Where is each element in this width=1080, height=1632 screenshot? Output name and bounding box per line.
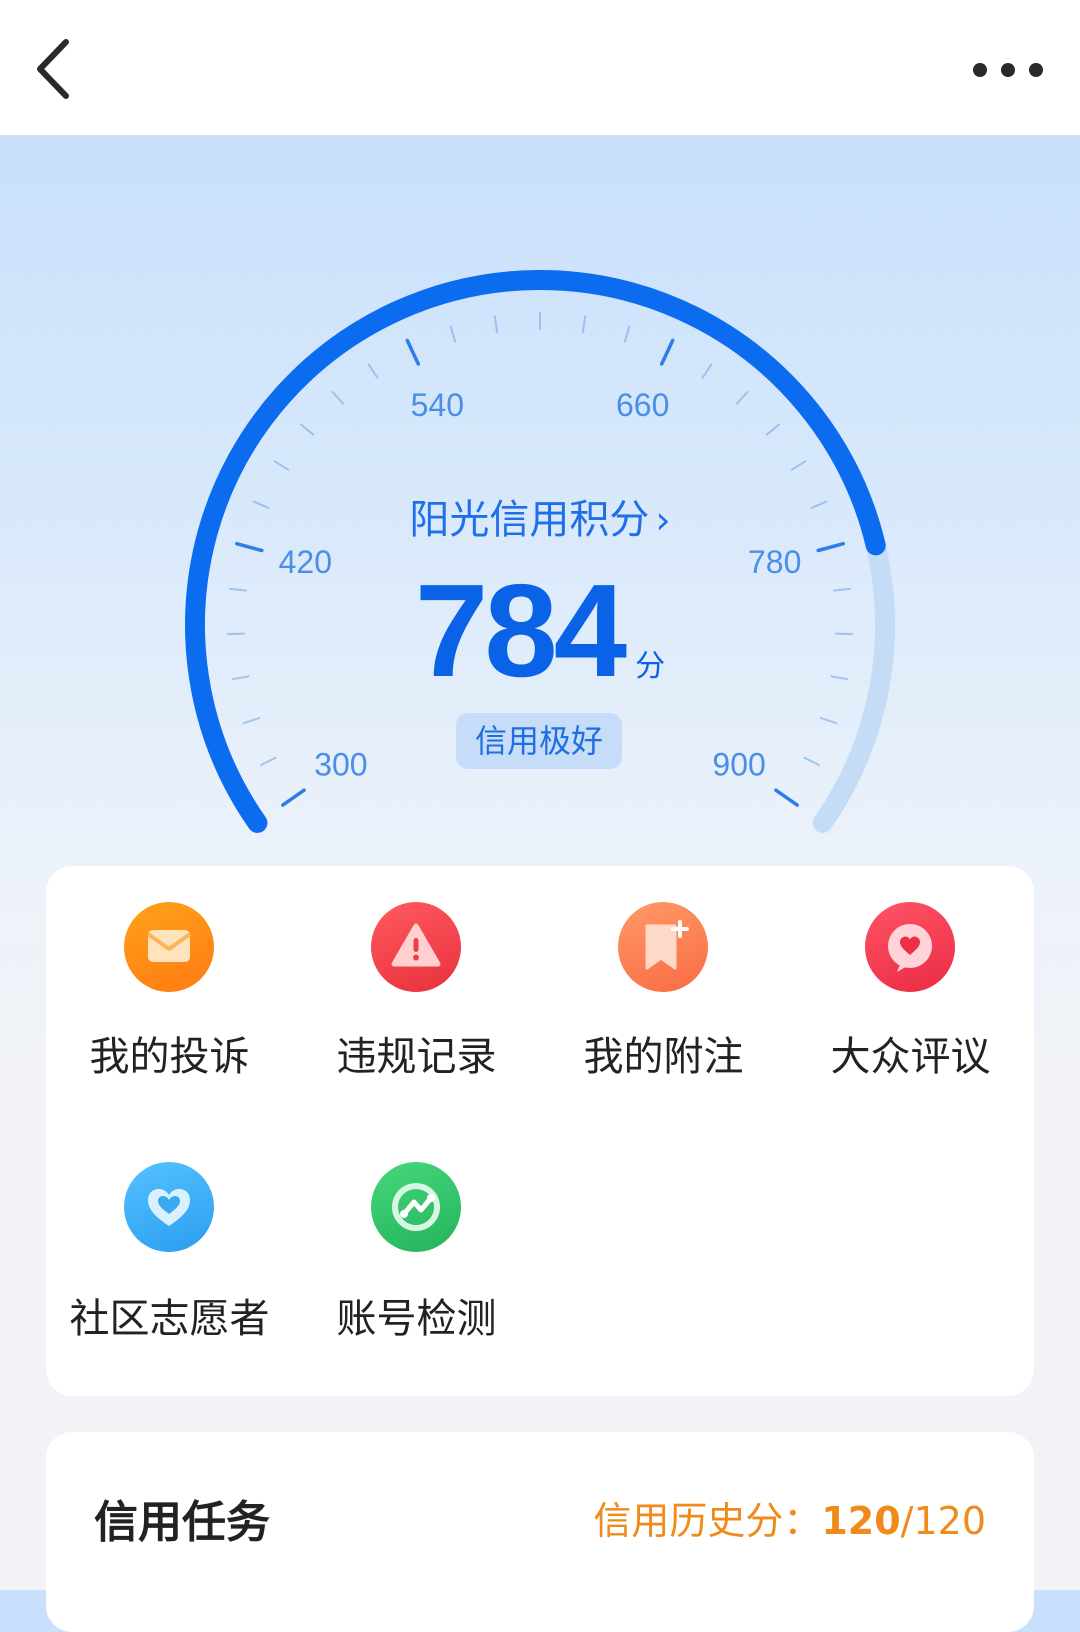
credit-score: 784 分 <box>0 565 1080 697</box>
gauge-minor-tick <box>449 325 457 343</box>
service-label: 社区志愿者 <box>69 1296 270 1342</box>
service-violation-records[interactable]: 违规记录 <box>293 866 540 1116</box>
service-label: 大众评议 <box>830 1034 991 1080</box>
gauge-major-tick <box>659 338 675 366</box>
heart-hands-icon <box>124 1162 214 1252</box>
service-label: 违规记录 <box>336 1034 497 1080</box>
sunshine-credit-link[interactable]: 阳光信用积分 › <box>0 487 1080 545</box>
history-value: 120 <box>821 1499 901 1543</box>
gauge-tick-label: 540 <box>411 387 464 423</box>
gauge-minor-tick <box>735 390 749 405</box>
top-bar <box>0 0 1080 135</box>
gauge-tick-label: 660 <box>616 387 669 423</box>
mail-icon <box>124 902 214 992</box>
back-button[interactable] <box>30 36 82 102</box>
page-title <box>300 48 700 102</box>
warning-icon <box>371 902 461 992</box>
more-dots-icon <box>973 63 1043 77</box>
service-public-review[interactable]: 大众评议 <box>787 866 1034 1116</box>
gauge-minor-tick <box>260 756 277 766</box>
gauge-minor-tick <box>701 363 713 379</box>
gauge-major-tick <box>774 788 799 807</box>
credit-level-badge: 信用极好 <box>456 713 622 769</box>
service-community-volunteer[interactable]: 社区志愿者 <box>46 1128 293 1378</box>
gauge-tick-label: 900 <box>712 746 765 782</box>
gauge-minor-tick <box>242 717 260 725</box>
bookmark-add-icon <box>618 902 708 992</box>
gauge-minor-tick <box>367 363 379 379</box>
scan-check-icon <box>371 1162 461 1252</box>
gauge-minor-tick <box>493 315 499 334</box>
history-separator: / <box>900 1499 914 1543</box>
service-label: 账号检测 <box>336 1296 497 1342</box>
services-card: 我的投诉 违规记录 我的附注 大众评议 社区志愿者 账号检测 <box>46 866 1034 1396</box>
service-my-complaints[interactable]: 我的投诉 <box>46 866 293 1116</box>
chevron-right-icon: › <box>655 498 671 542</box>
gauge-tick-label: 300 <box>314 746 367 782</box>
gauge-minor-tick <box>273 460 290 471</box>
gauge-minor-tick <box>765 423 780 436</box>
credit-score-number: 784 <box>414 557 627 704</box>
chevron-left-icon <box>37 39 69 99</box>
service-account-check[interactable]: 账号检测 <box>293 1128 540 1378</box>
service-my-annotations[interactable]: 我的附注 <box>540 866 787 1116</box>
gauge-minor-tick <box>331 390 345 405</box>
gauge-minor-tick <box>803 756 820 766</box>
gauge-major-tick <box>281 788 306 807</box>
credit-gauge: 300 420 540 660 780 900 阳光信用积分 › 784 分 信用极好 <box>0 135 1080 865</box>
credit-history-score[interactable]: 信用历史分：120/120 <box>593 1490 986 1545</box>
more-button[interactable] <box>970 48 1046 92</box>
history-label: 信用历史分： <box>593 1499 822 1543</box>
gauge-major-tick <box>405 338 421 366</box>
gauge-minor-tick <box>581 315 587 334</box>
service-label: 我的投诉 <box>89 1034 250 1080</box>
gauge-minor-tick <box>300 423 315 436</box>
gauge-minor-tick <box>820 717 838 725</box>
credit-tasks-title: 信用任务 <box>94 1497 270 1548</box>
service-label: 我的附注 <box>583 1034 744 1080</box>
credit-tasks-card: 信用任务 信用历史分：120/120 <box>46 1432 1034 1632</box>
gauge-minor-tick <box>790 460 807 471</box>
heart-chat-icon <box>865 902 955 992</box>
credit-score-unit: 分 <box>635 649 666 684</box>
gauge-minor-tick <box>623 325 631 343</box>
history-total: 120 <box>913 1499 986 1543</box>
credit-link-label: 阳光信用积分 <box>409 497 650 543</box>
